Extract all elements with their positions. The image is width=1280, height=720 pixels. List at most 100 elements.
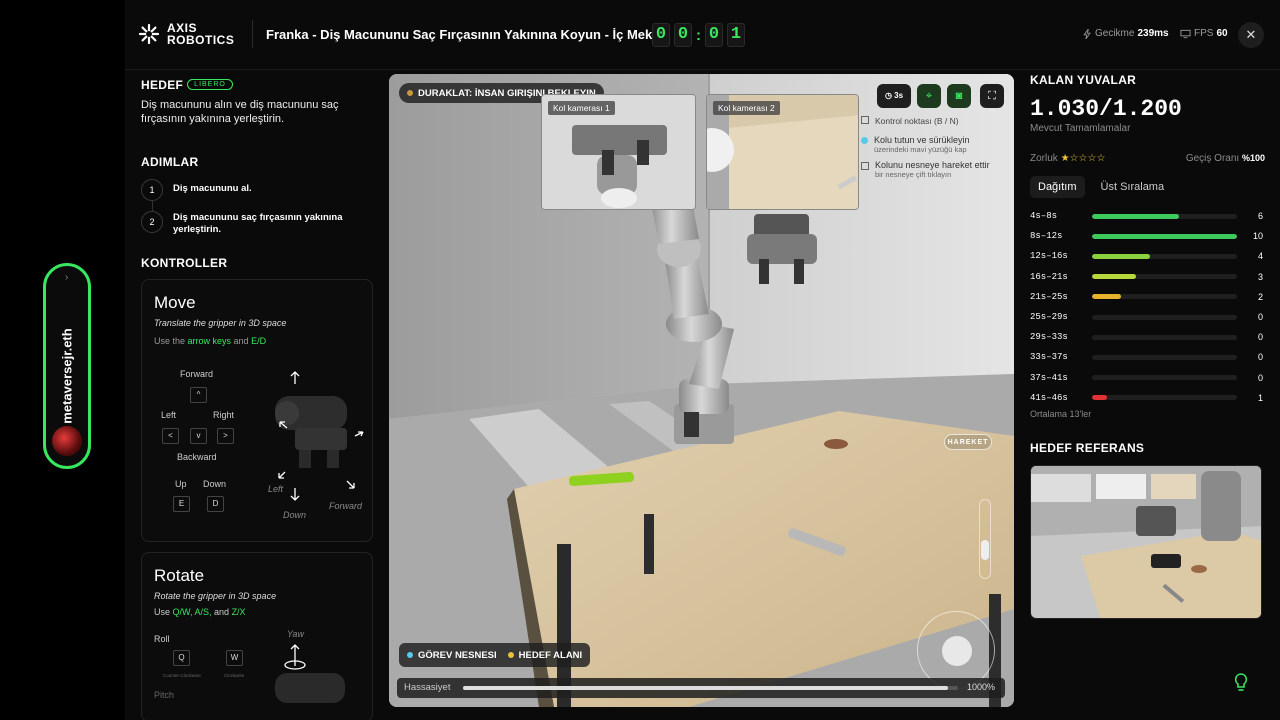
fullscreen-button[interactable]: ⛶ — [980, 84, 1004, 108]
tab-distribution[interactable]: Dağıtım — [1030, 176, 1085, 198]
key-right[interactable]: > — [217, 428, 234, 444]
logo-icon — [138, 23, 160, 45]
distribution-row: 12s–16s 4 — [1030, 246, 1265, 266]
key-up[interactable]: ^ — [190, 387, 207, 403]
tick-label: 25s–29s — [1030, 312, 1068, 323]
distribution-row: 33s–37s 0 — [1030, 347, 1265, 367]
key-left[interactable]: < — [162, 428, 179, 444]
key-q[interactable]: Q — [173, 650, 190, 666]
clock-icon: ◷ — [884, 91, 892, 100]
timer-button[interactable]: ◷ 3s — [877, 84, 911, 108]
distribution-bar — [1092, 395, 1237, 401]
distribution-bar — [1092, 233, 1237, 239]
move-subtitle: Translate the gripper in 3D space — [154, 318, 287, 328]
bar-fill — [1092, 233, 1237, 239]
tick-label: 16s–21s — [1030, 271, 1068, 282]
lightbulb-icon[interactable] — [1234, 673, 1248, 693]
move-title: Move — [154, 293, 196, 312]
tick-label: 21s–25s — [1030, 291, 1068, 302]
data-label: 0 — [1257, 312, 1263, 323]
tick-label: 29s–33s — [1030, 332, 1068, 343]
libero-badge: LIBERO — [187, 79, 233, 91]
tick-label: 41s–46s — [1030, 392, 1068, 403]
distribution-bar — [1092, 274, 1237, 280]
drag-slider[interactable] — [979, 499, 991, 579]
timer-digit: 0 — [705, 23, 723, 47]
distribution-row: 16s–21s 3 — [1030, 267, 1265, 287]
close-button[interactable]: ✕ — [1238, 22, 1264, 48]
distribution-chart: 4s–8s 6 8s–12s 1 0 12s–16s 4 16s–21s 3 21s–25s 2 25… — [1030, 206, 1265, 408]
tick-label: 8s–12s — [1030, 231, 1063, 242]
backward-label: Backward — [177, 452, 217, 462]
slots-subtitle: Mevcut Tamamlamalar — [1030, 123, 1131, 134]
simulation-viewport[interactable]: DURAKLAT: İNSAN GIRIŞINI BEKLEYIN Kol ka… — [389, 74, 1014, 707]
arm-camera-2: Kol kamerası 2 — [706, 94, 859, 210]
tab-leaderboard[interactable]: Üst Sıralama — [1101, 181, 1165, 193]
avatar — [52, 426, 82, 456]
key-down[interactable]: v — [190, 428, 207, 444]
camera-button[interactable]: ◙ — [947, 84, 971, 108]
roll-label: Roll — [154, 634, 170, 644]
tick-label: 37s–41s — [1030, 372, 1068, 383]
bar-fill — [1092, 253, 1150, 259]
sensitivity-bar: Hassasiyet 1000% — [397, 678, 1005, 698]
data-label: 4 — [1257, 251, 1263, 262]
rotate-card: Rotate Rotate the gripper in 3D space Us… — [141, 552, 373, 720]
tick-label: 4s–8s — [1030, 211, 1058, 222]
logo-line2: ROBOTICS — [167, 33, 235, 47]
arm-camera-1: Kol kamerası 1 — [541, 94, 696, 210]
data-label: 0 — [1257, 352, 1263, 363]
key-e[interactable]: E — [173, 496, 190, 512]
timer-digit: 1 — [727, 23, 745, 47]
bolt-icon — [1083, 28, 1091, 39]
right-label: Right — [213, 410, 235, 420]
up-label: Up — [175, 479, 187, 489]
control-legend: Kontrol noktası (B / N) Kolu tutun ve sü… — [861, 116, 1011, 179]
distribution-bar — [1092, 213, 1237, 219]
diag-forward-label: Forward — [329, 501, 363, 511]
data-label: 2 — [1257, 291, 1263, 302]
step-item: 1 Diş macununu al. — [141, 179, 373, 201]
steps-title: ADIMLAR — [141, 155, 199, 169]
distribution-bar — [1092, 253, 1237, 259]
fps-stat: FPS 60 — [1180, 28, 1228, 39]
slots-title: KALAN YUVALAR — [1030, 73, 1137, 87]
down-label: Down — [203, 479, 227, 489]
forward-label: Forward — [180, 369, 214, 379]
key-d[interactable]: D — [207, 496, 224, 512]
distribution-bar — [1092, 375, 1237, 381]
crosshair-button[interactable]: ⌖ — [917, 84, 941, 108]
gripper-move-icon — [275, 371, 364, 501]
logo: AXIS ROBOTICS — [137, 22, 234, 46]
header: AXIS ROBOTICS Franka - Diş Macununu Saç F… — [125, 0, 1280, 70]
fullscreen-icon: ⛶ — [988, 90, 996, 102]
monitor-icon — [1180, 29, 1191, 38]
distribution-bar — [1092, 314, 1237, 320]
rotate-hint: Use Q/W, A/S, and Z/X — [154, 607, 246, 617]
data-label: 0 — [1257, 332, 1263, 343]
bar-fill — [1092, 213, 1179, 219]
hareket-button[interactable]: HAREKET — [944, 434, 992, 450]
task-title: Franka - Diş Macununu Saç Fırçasının Yak… — [266, 27, 668, 42]
right-panel: KALAN YUVALAR 1.030/1.200 Mevcut Tamamla… — [1030, 70, 1265, 720]
distribution-row: 4s–8s 6 — [1030, 206, 1265, 226]
reference-title: HEDEF REFERANS — [1030, 440, 1145, 455]
user-handle[interactable]: › metaversejr.eth — [43, 263, 91, 469]
data-label: 1 — [1257, 392, 1263, 403]
left-panel: HEDEF LIBERO Diş macununu alın ve diş mac… — [141, 70, 373, 720]
sensitivity-slider[interactable] — [463, 686, 958, 690]
slots-value: 1.030/1.200 — [1030, 96, 1182, 122]
latency-stat: Gecikme 239ms — [1083, 28, 1169, 39]
key-w[interactable]: W — [226, 650, 243, 666]
diag-down-label: Down — [283, 510, 307, 520]
data-label: 6 — [1257, 211, 1263, 222]
pitch-label: Pitch — [154, 690, 175, 700]
average-label: Ortalama 13'ler — [1030, 408, 1092, 419]
arm-camera-2-label: Kol kamerası 2 — [713, 101, 780, 115]
move-hint: Use the arrow keys and E/D — [154, 336, 267, 346]
gripper-rotate-icon — [275, 644, 345, 703]
legend-item: Kolu tutun ve sürükleyin üzerindeki mavi … — [861, 135, 1011, 154]
bar-fill — [1092, 294, 1121, 300]
data-label: 0 — [1257, 372, 1263, 383]
move-card: Move Translate the gripper in 3D space U… — [141, 279, 373, 542]
